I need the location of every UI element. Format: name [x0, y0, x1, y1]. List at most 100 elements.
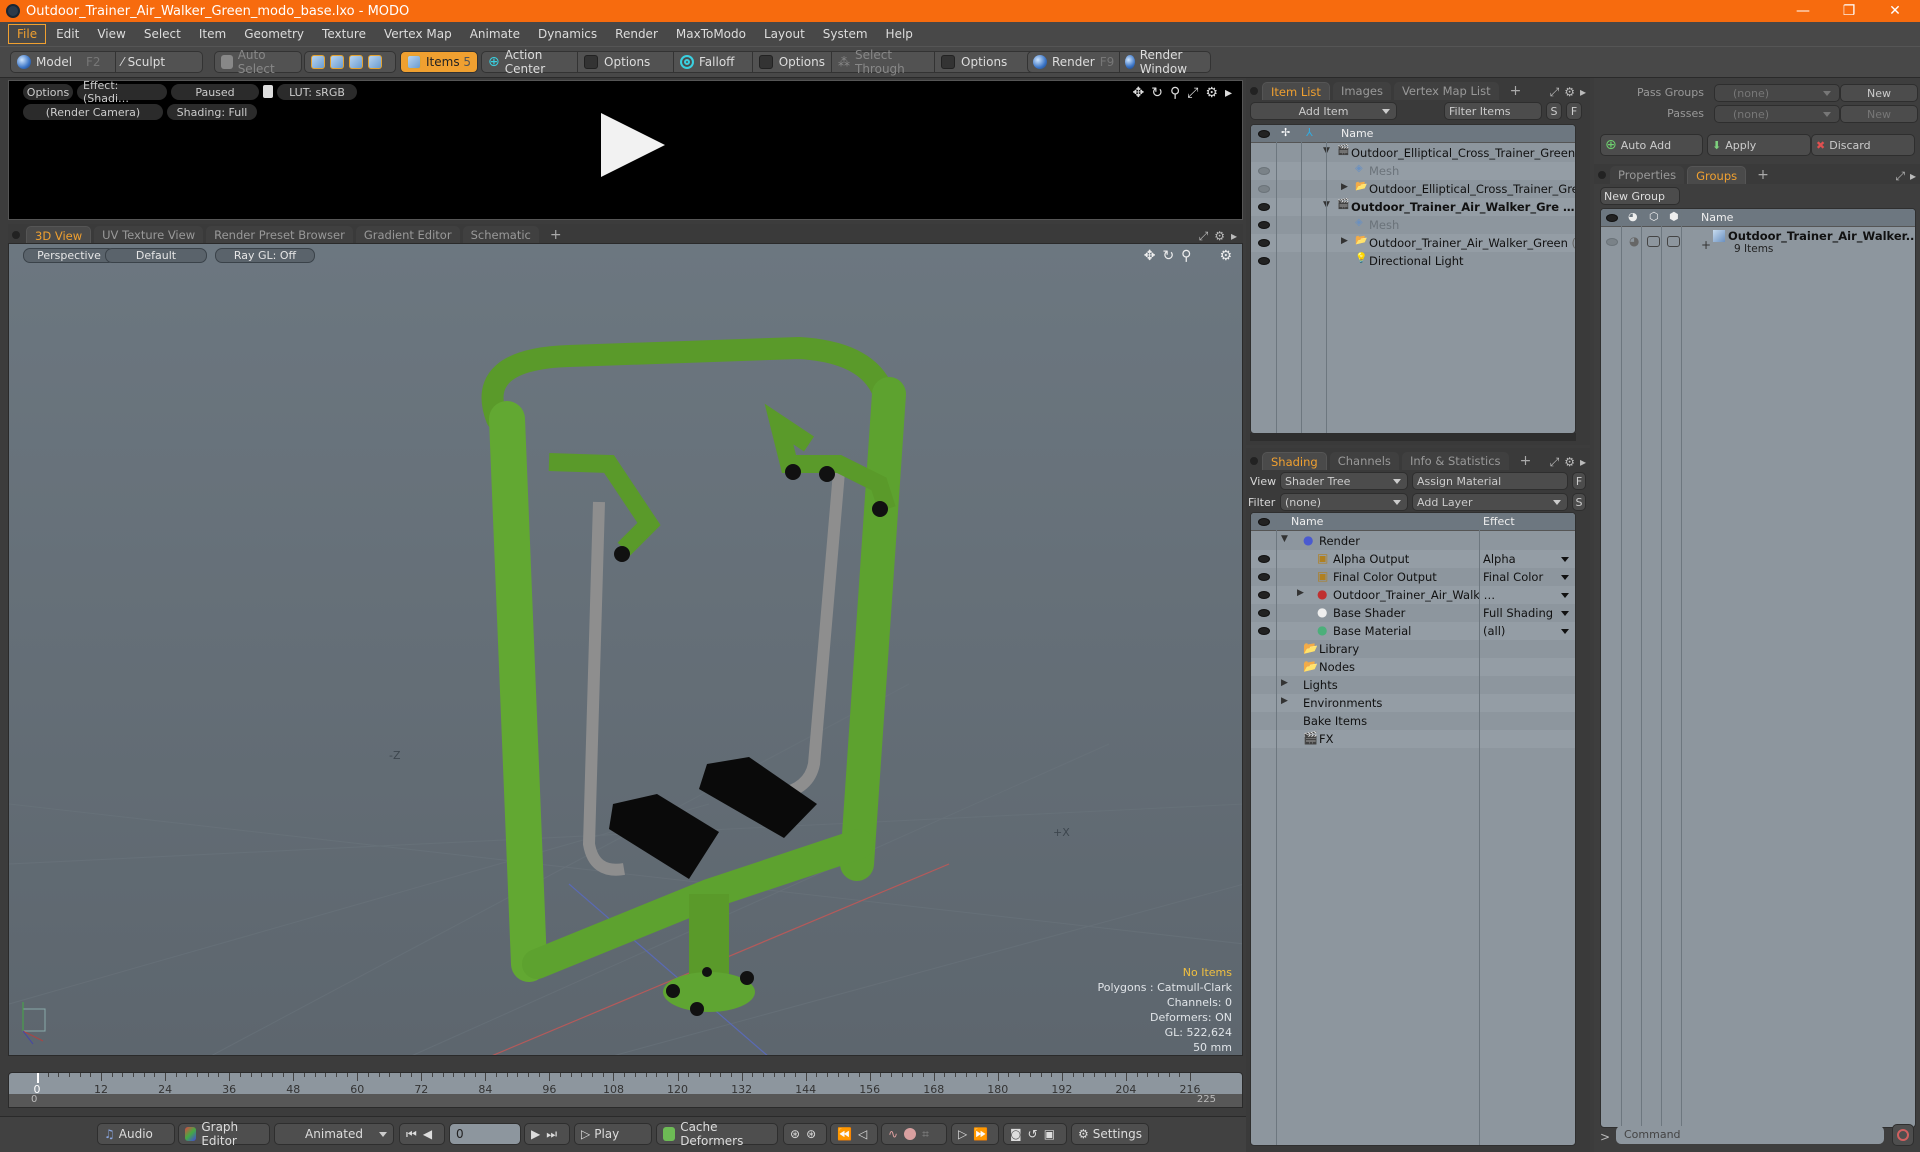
- menu-geometry[interactable]: Geometry: [236, 25, 312, 43]
- shader-tree-row[interactable]: 📂 Nodes: [1251, 658, 1575, 676]
- select-through-button[interactable]: ⁂ Select Through: [832, 48, 934, 76]
- effect-dropdown[interactable]: Final Color: [1483, 570, 1543, 584]
- add-tab-button[interactable]: +: [542, 226, 570, 244]
- expand-arrow-icon[interactable]: ▸: [1580, 455, 1586, 470]
- step-back-icon[interactable]: ◀: [423, 1127, 432, 1141]
- tab-vertex-map-list[interactable]: Vertex Map List: [1393, 82, 1499, 100]
- close-button[interactable]: ✕: [1872, 0, 1918, 22]
- materials-mode-icon[interactable]: [368, 55, 382, 69]
- add-item-dropdown[interactable]: Add Item: [1250, 102, 1397, 120]
- expand-arrow-icon[interactable]: ▸: [1580, 85, 1586, 100]
- shading-f-button[interactable]: F: [1572, 472, 1586, 490]
- item-list-row[interactable]: ▶ 📂 Outdoor_Elliptical_Cross_Trainer_Gre …: [1251, 180, 1575, 198]
- menu-item[interactable]: Item: [191, 25, 234, 43]
- auto-key-icon[interactable]: ∿: [888, 1127, 898, 1141]
- go-to-start-icon[interactable]: ⏮: [406, 1127, 417, 1142]
- menu-edit[interactable]: Edit: [48, 25, 87, 43]
- tab-item-list[interactable]: Item List: [1262, 82, 1330, 100]
- menu-select[interactable]: Select: [136, 25, 189, 43]
- prev-key-icon[interactable]: ⏪: [837, 1127, 852, 1141]
- play-button[interactable]: ▷ Play: [574, 1123, 652, 1145]
- new-group-button[interactable]: New Group: [1600, 187, 1680, 205]
- restore-button[interactable]: ❐: [1826, 0, 1872, 22]
- animated-dropdown[interactable]: Animated: [274, 1123, 394, 1145]
- menu-help[interactable]: Help: [878, 25, 921, 43]
- tab-groups[interactable]: Groups: [1687, 166, 1747, 184]
- visibility-toggle-icon[interactable]: [1258, 167, 1270, 175]
- visibility-toggle-icon[interactable]: [1258, 203, 1270, 211]
- menu-maxtomodo[interactable]: MaxToModo: [668, 25, 754, 43]
- collapse-arrow-icon[interactable]: ▼: [1281, 534, 1288, 544]
- tab-images[interactable]: Images: [1332, 82, 1391, 100]
- zoom-icon[interactable]: ⚲: [1170, 85, 1180, 101]
- expand-arrow-icon[interactable]: ▶: [1341, 236, 1348, 246]
- render-toggle-icon[interactable]: ◕: [1629, 234, 1639, 248]
- expand-arrow-icon[interactable]: ▸: [1231, 229, 1237, 244]
- last-key-icon[interactable]: ⏩: [973, 1127, 988, 1141]
- shader-tree-row[interactable]: Bake Items: [1251, 712, 1575, 730]
- preview-effect-dropdown[interactable]: Effect: (Shadi…: [77, 79, 167, 105]
- maximize-icon[interactable]: ⤢: [1199, 229, 1209, 244]
- key-channel-icon[interactable]: ⌗: [922, 1127, 929, 1142]
- group-row[interactable]: ◕ + Outdoor_Trainer_Air_Walker... 9 Item…: [1601, 228, 1915, 258]
- visibility-toggle-icon[interactable]: [1258, 257, 1270, 265]
- polygons-mode-icon[interactable]: [349, 55, 363, 69]
- tab-properties[interactable]: Properties: [1610, 166, 1685, 184]
- preview-lut-dropdown[interactable]: LUT: sRGB: [277, 84, 357, 100]
- next-key-icon[interactable]: ▷: [958, 1127, 967, 1141]
- shader-tree-row[interactable]: 🎬 FX: [1251, 730, 1575, 748]
- filter-s-button[interactable]: S: [1546, 102, 1562, 120]
- select-through-options-button[interactable]: Options: [935, 55, 1013, 69]
- add-tab-button[interactable]: +: [1512, 452, 1540, 470]
- expand-arrow-icon[interactable]: ▶: [1341, 182, 1348, 192]
- layer-key-icon[interactable]: ▣: [1044, 1127, 1055, 1141]
- shader-tree-row[interactable]: 📂 Library: [1251, 640, 1575, 658]
- pan-icon[interactable]: ✥: [1132, 85, 1144, 101]
- visibility-toggle-icon[interactable]: [1258, 591, 1270, 599]
- tab-channels[interactable]: Channels: [1329, 452, 1399, 470]
- falloff-options-button[interactable]: Options: [753, 55, 831, 69]
- add-layer-dropdown[interactable]: Add Layer: [1412, 493, 1568, 511]
- pass-groups-new-button[interactable]: New: [1840, 84, 1918, 102]
- menu-file[interactable]: File: [8, 24, 47, 44]
- preview-paused-button[interactable]: Paused: [171, 84, 259, 100]
- current-frame-marker[interactable]: [37, 1073, 39, 1083]
- filter-dropdown[interactable]: (none): [1280, 493, 1408, 511]
- key-down-icon[interactable]: ⊛: [806, 1127, 816, 1141]
- expand-plus-icon[interactable]: +: [1701, 238, 1711, 252]
- shader-tree-row[interactable]: ▶ ● Outdoor_Trainer_Air_Walk …: [1251, 586, 1575, 604]
- play-icon[interactable]: [601, 113, 665, 177]
- expand-arrow-icon[interactable]: ▶: [1297, 588, 1304, 598]
- falloff-button[interactable]: Falloff: [674, 55, 752, 69]
- model-button[interactable]: Model: [36, 55, 86, 69]
- expand-arrow-icon[interactable]: ▸: [1910, 169, 1916, 184]
- apply-button[interactable]: ⬇ Apply: [1707, 134, 1811, 156]
- visibility-toggle-icon[interactable]: [1258, 221, 1270, 229]
- effect-dropdown[interactable]: Full Shading: [1483, 606, 1553, 620]
- passes-new-button[interactable]: New: [1840, 105, 1918, 123]
- item-list-row[interactable]: ◈ Mesh: [1251, 162, 1575, 180]
- action-center-button[interactable]: ⊕ Action Center: [482, 48, 577, 76]
- graph-editor-button[interactable]: Graph Editor: [178, 1120, 270, 1148]
- menu-render[interactable]: Render: [607, 25, 666, 43]
- prev-key2-icon[interactable]: ◁: [858, 1127, 867, 1141]
- maximize-icon[interactable]: ⤢: [1550, 455, 1560, 470]
- shader-tree-row[interactable]: ▣ Alpha Output Alpha: [1251, 550, 1575, 568]
- preview-options-button[interactable]: Options: [23, 84, 73, 100]
- current-frame-input[interactable]: 0: [449, 1123, 521, 1145]
- action-center-options-button[interactable]: Options: [578, 55, 673, 69]
- select-checkbox[interactable]: [1667, 236, 1680, 247]
- go-to-end-icon[interactable]: ⏭: [546, 1127, 557, 1142]
- camera-key-icon[interactable]: ◙: [1010, 1127, 1022, 1141]
- add-tab-button[interactable]: +: [1749, 166, 1777, 184]
- visibility-toggle-icon[interactable]: [1258, 627, 1270, 635]
- loop-icon[interactable]: ↺: [1028, 1127, 1038, 1141]
- vertices-mode-icon[interactable]: [311, 55, 325, 69]
- audio-button[interactable]: ♫ Audio: [97, 1123, 175, 1145]
- effect-dropdown[interactable]: Alpha: [1483, 552, 1516, 566]
- step-forward-icon[interactable]: ▶: [531, 1127, 540, 1141]
- menu-system[interactable]: System: [815, 25, 876, 43]
- visibility-toggle-icon[interactable]: [1258, 573, 1270, 581]
- shader-tree-row[interactable]: ▼ ● Render: [1251, 532, 1575, 550]
- horizontal-scrollbar[interactable]: [1250, 433, 1576, 441]
